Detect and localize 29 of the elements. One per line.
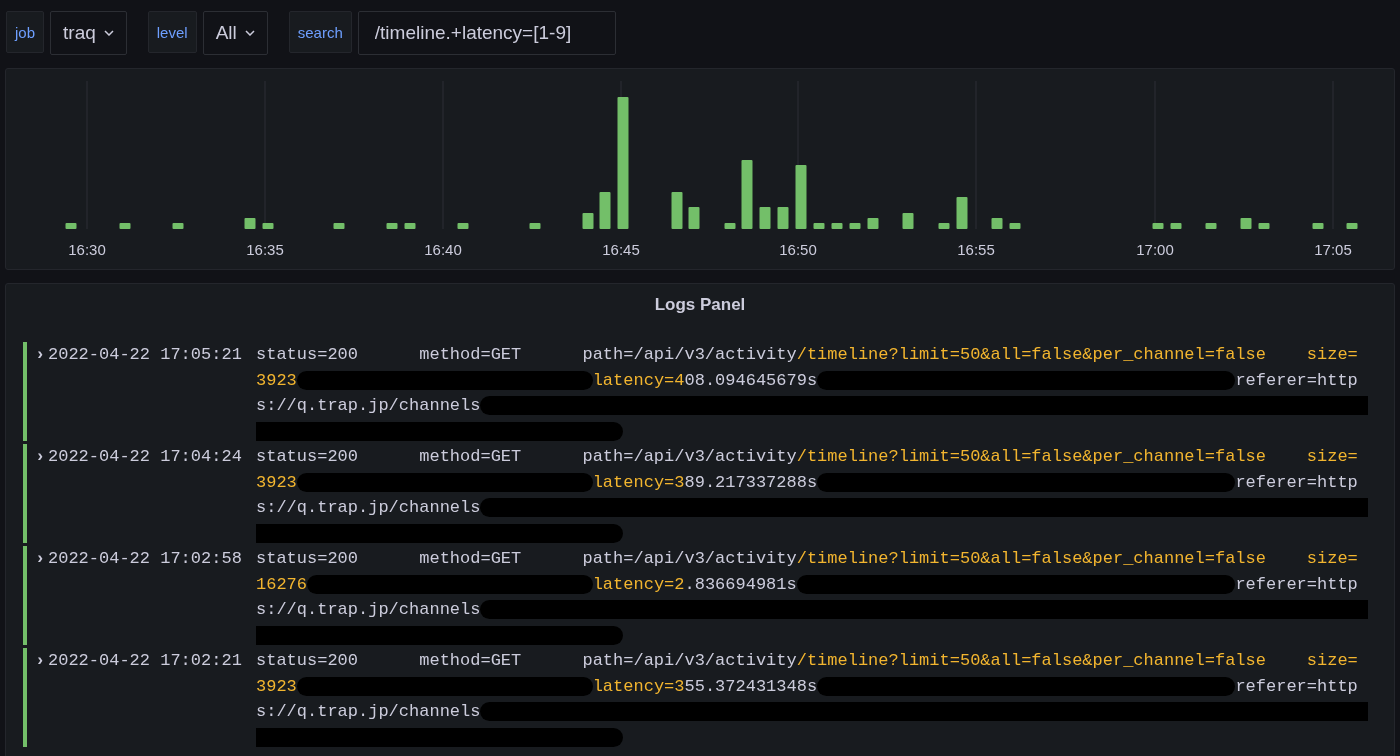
expand-toggle[interactable]: › [35, 444, 48, 470]
log-timestamp: 2022-04-22 17:04:24 [48, 446, 243, 468]
expand-toggle[interactable]: › [35, 342, 48, 368]
variable-select[interactable]: All [202, 11, 268, 55]
log-message: status=200 method=GET path=/api/v3/activity/timeline?limit=50&all=false&per_channel=false size=16276 latency=2.836694981s referer=https://q.trap.jp/channels [256, 546, 1368, 649]
axis-tick-label: 17:05 [1314, 241, 1352, 258]
axis-tick-label: 16:55 [957, 241, 995, 258]
log-timestamp: 2022-04-22 17:02:21 [48, 650, 243, 672]
log-message: status=200 method=GET path=/api/v3/activity/timeline?limit=50&all=false&per_channel=false size=3923 latency=408.094645679s referer=https://q.trap.jp/channels [256, 342, 1368, 445]
caret-icon [244, 30, 255, 36]
expand-toggle[interactable]: › [35, 648, 48, 674]
log-message: status=200 method=GET path=/api/v3/activity/timeline?limit=50&all=false&per_channel=false size=3923 latency=355.372431348s referer=https://q.trap.jp/channels [256, 648, 1368, 751]
axis-tick-label: 16:45 [602, 241, 640, 258]
variable-label: search [288, 11, 352, 53]
panel-title: Logs Panel [653, 294, 747, 316]
axis-tick-label: 16:40 [424, 241, 462, 258]
variable-select[interactable]: traq [50, 11, 127, 55]
log-timestamp: 2022-04-22 17:05:21 [48, 344, 243, 366]
search-field[interactable]: /timeline.+latency=[1-9] [357, 11, 616, 55]
variable-label: level [147, 11, 197, 53]
expand-toggle[interactable]: › [35, 546, 48, 572]
axis-tick-label: 16:50 [779, 241, 817, 258]
log-message: status=200 method=GET path=/api/v3/activity/timeline?limit=50&all=false&per_channel=false size=3923 latency=389.217337288s referer=https://q.trap.jp/channels [256, 444, 1368, 547]
axis-tick-label: 16:30 [68, 241, 106, 258]
axis-tick-label: 16:35 [246, 241, 284, 258]
axis-tick-label: 17:00 [1136, 241, 1174, 258]
caret-icon [103, 30, 114, 36]
log-timestamp: 2022-04-22 17:02:58 [48, 548, 243, 570]
variable-label: job [6, 11, 45, 53]
